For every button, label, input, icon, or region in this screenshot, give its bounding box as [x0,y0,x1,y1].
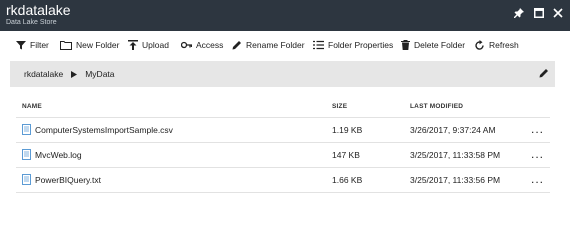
refresh-button[interactable]: Refresh [474,38,519,52]
access-label: Access [196,40,224,50]
pencil-icon [232,41,241,50]
new-folder-label: New Folder [76,40,120,50]
file-size: 1.66 KB [332,175,363,185]
delete-folder-label: Delete Folder [414,40,466,50]
breadcrumb-item-mydata[interactable]: MyData [85,69,114,79]
toolbar: Filter New Folder Upload Access Rename F… [0,31,570,58]
column-header-last-modified[interactable]: LAST MODIFIED [410,103,463,110]
file-name: ComputerSystemsImportSample.csv [35,124,173,135]
file-name-cell[interactable]: ComputerSystemsImportSample.csv [22,124,173,135]
table-row[interactable]: ComputerSystemsImportSample.csv 1.19 KB … [16,118,550,143]
table-header: NAME SIZE LAST MODIFIED [16,99,550,115]
rename-folder-button[interactable]: Rename Folder [232,38,305,52]
trash-icon [401,40,410,50]
delete-folder-button[interactable]: Delete Folder [401,38,465,52]
close-icon[interactable] [551,6,565,20]
refresh-icon [475,39,484,50]
rename-folder-label: Rename Folder [246,40,305,50]
file-size: 147 KB [332,150,360,160]
edit-path-icon[interactable] [539,68,549,80]
blade-subtitle: Data Lake Store [6,19,57,26]
more-options-button[interactable]: ... [531,122,544,136]
upload-label: Upload [142,40,169,50]
file-modified: 3/25/2017, 11:33:58 PM [410,150,501,160]
file-modified: 3/25/2017, 11:33:56 PM [410,175,501,185]
breadcrumb-item-rkdatalake[interactable]: rkdatalake [24,69,63,79]
properties-icon [313,40,324,50]
file-icon [22,149,31,160]
key-icon [181,41,192,49]
access-button[interactable]: Access [181,38,223,52]
file-icon [22,124,31,135]
file-name-cell[interactable]: MvcWeb.log [22,149,82,160]
new-folder-icon [60,41,72,50]
table-row[interactable]: MvcWeb.log 147 KB 3/25/2017, 11:33:58 PM… [16,143,550,168]
chevron-right-icon [71,70,78,78]
file-size: 1.19 KB [332,125,363,135]
folder-properties-button[interactable]: Folder Properties [313,38,393,52]
blade-title: rkdatalake [6,2,71,18]
pin-icon[interactable] [512,6,526,20]
filter-icon [16,41,26,50]
upload-button[interactable]: Upload [128,38,169,52]
file-name-cell[interactable]: PowerBIQuery.txt [22,174,101,185]
refresh-label: Refresh [489,40,519,50]
folder-properties-label: Folder Properties [328,40,394,50]
file-modified: 3/26/2017, 9:37:24 AM [410,125,496,135]
title-bar: rkdatalake Data Lake Store [0,0,570,31]
file-icon [22,174,31,185]
upload-icon [128,40,138,50]
more-options-button[interactable]: ... [531,172,544,186]
filter-label: Filter [30,40,49,50]
file-name: MvcWeb.log [35,149,82,160]
new-folder-button[interactable]: New Folder [60,38,119,52]
table-row[interactable]: PowerBIQuery.txt 1.66 KB 3/25/2017, 11:3… [16,168,550,193]
filter-button[interactable]: Filter [16,38,49,52]
file-name: PowerBIQuery.txt [35,174,101,185]
column-header-size[interactable]: SIZE [332,103,347,110]
more-options-button[interactable]: ... [531,147,544,161]
maximize-icon[interactable] [532,6,546,20]
column-header-name[interactable]: NAME [22,103,42,110]
breadcrumb: rkdatalake MyData [10,61,555,87]
